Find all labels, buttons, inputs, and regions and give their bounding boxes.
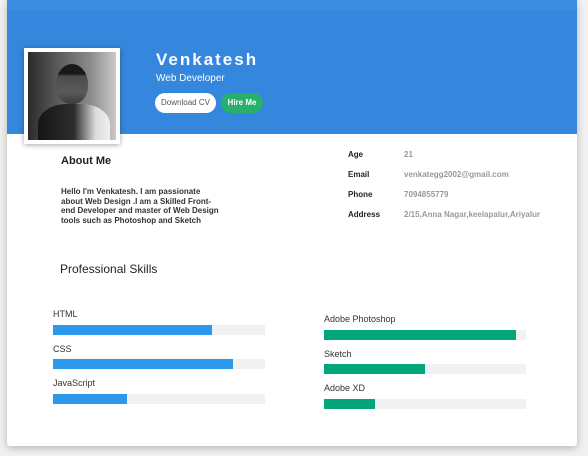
skill-label-html: HTML [53,309,78,319]
about-title: About Me [61,155,112,167]
info-label: Age [348,150,364,159]
info-label: Phone [348,190,373,199]
about-text: Hello I'm Venkatesh. I am passionate abo… [61,187,219,225]
skill-fill-javascript [53,394,128,404]
skill-fill-html [53,325,212,335]
skill-bar-photoshop [324,330,526,340]
skill-fill-css [53,359,234,369]
download-cv-button[interactable]: Download CV [155,93,216,113]
skill-bar-adobe-xd [324,399,526,409]
skill-label-adobe-xd: Adobe XD [324,383,366,393]
skill-bar-javascript [53,394,265,404]
skill-fill-adobe-xd [324,399,375,409]
skill-bar-html [53,325,265,335]
profile-name: Venkatesh [156,50,259,69]
skill-label-photoshop: Adobe Photoshop [324,314,396,324]
header-strip [7,0,577,10]
profile-card: Venkatesh Web Developer Download CV Hire… [7,0,577,446]
info-label: Email [348,170,370,179]
skill-fill-sketch [324,364,425,374]
skill-label-css: CSS [53,344,72,354]
info-value: venkategg2002@gmail.com [404,170,509,179]
skill-bar-css [53,359,265,369]
info-label: Address [348,210,381,219]
skills-title: Professional Skills [60,262,158,276]
hire-me-button[interactable]: Hire Me [221,93,263,113]
profile-role: Web Developer [156,73,225,84]
avatar-frame [24,48,120,144]
info-value: 21 [404,150,413,159]
skill-label-sketch: Sketch [324,349,352,359]
skill-bar-sketch [324,364,526,374]
info-value: 2/15,Anna Nagar,keelapalur,Ariyalur [404,210,541,219]
skill-fill-photoshop [324,330,516,340]
info-value: 7094855779 [404,190,449,199]
avatar [28,52,116,140]
skill-label-javascript: JavaScript [53,378,96,388]
